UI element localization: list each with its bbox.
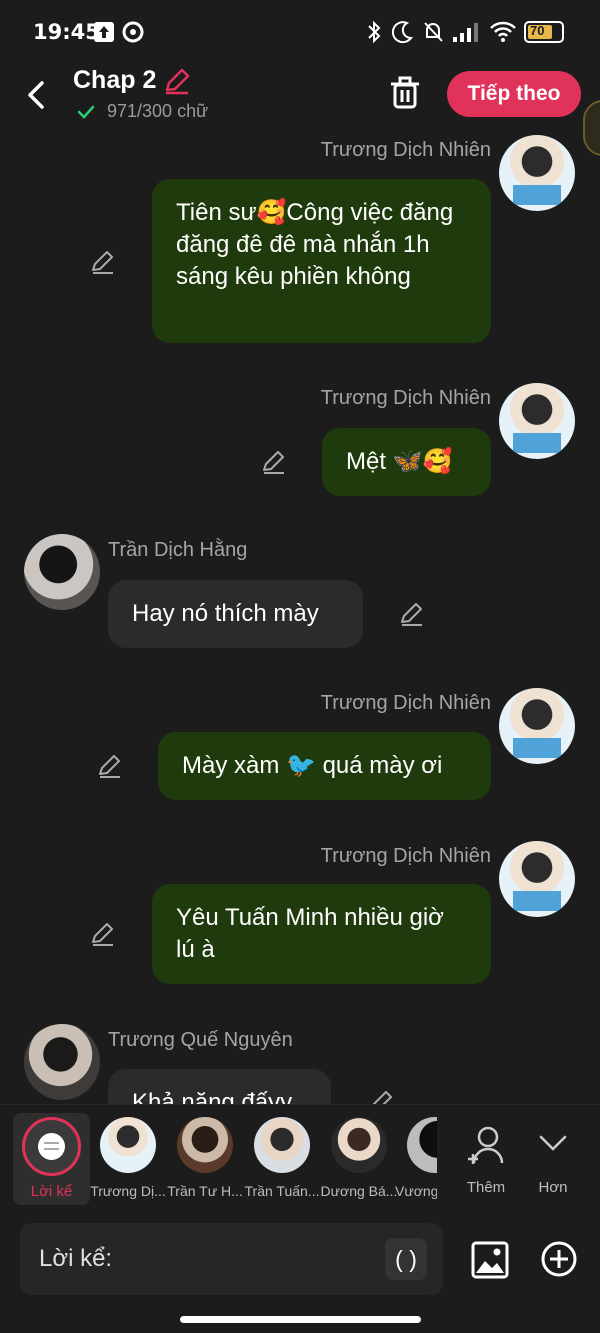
message-sender: Trương Dịch Nhiên xyxy=(320,387,491,409)
avatar[interactable] xyxy=(499,383,575,459)
battery-icon: 70 xyxy=(524,21,564,43)
composer: Lời kể: ( ) xyxy=(0,1212,600,1333)
add-character-button[interactable]: Thêm xyxy=(456,1113,516,1207)
message-sender: Trần Dịch Hằng xyxy=(108,539,248,561)
message-bubble[interactable]: Mệt 🦋🥰 xyxy=(322,428,491,496)
message-bubble[interactable]: Mày xàm 🐦 quá mày ơi xyxy=(158,732,491,800)
message-sender: Trương Dịch Nhiên xyxy=(320,139,491,161)
character-name: Dương Bá... xyxy=(320,1183,398,1199)
upload-notification-icon xyxy=(94,22,114,42)
avatar[interactable] xyxy=(499,688,575,764)
chevron-down-icon xyxy=(539,1135,567,1151)
character-option[interactable]: Dương Bá... xyxy=(319,1113,399,1207)
character-selector: Lời kể Trương Dị... Trần Tư H... Trần Tu… xyxy=(0,1104,600,1212)
parentheses-button[interactable]: ( ) xyxy=(385,1238,427,1280)
avatar[interactable] xyxy=(24,534,100,610)
expand-label: Hơn xyxy=(538,1179,568,1196)
image-icon[interactable] xyxy=(470,1240,510,1280)
message-sender: Trương Dịch Nhiên xyxy=(320,692,491,714)
check-icon xyxy=(77,105,95,119)
character-option[interactable]: Trần Tư H... xyxy=(165,1113,245,1207)
message-bubble[interactable]: Khả năng đấyy xyxy=(108,1069,331,1104)
signal-icon xyxy=(453,23,478,42)
narration-input-label: Lời kể: xyxy=(39,1245,113,1272)
avatar[interactable] xyxy=(499,841,575,917)
narrator-icon xyxy=(22,1117,81,1176)
chapter-header: Chap 2 971/300 chữ Tiếp theo xyxy=(0,62,600,132)
edit-message-icon[interactable] xyxy=(260,448,288,476)
avatar[interactable] xyxy=(499,135,575,211)
edit-message-icon[interactable] xyxy=(96,752,124,780)
narrator-label: Lời kể xyxy=(30,1183,73,1200)
add-icon[interactable] xyxy=(540,1240,578,1278)
chat-area[interactable]: Trương Dịch Nhiên Tiên sư🥰Công việc đăng… xyxy=(0,132,600,1104)
avatar xyxy=(177,1117,233,1173)
character-option[interactable]: Trần Tuấn... xyxy=(242,1113,322,1207)
character-option[interactable]: Trương Dị... xyxy=(88,1113,168,1207)
avatar xyxy=(100,1117,156,1173)
home-indicator[interactable] xyxy=(180,1316,421,1323)
status-time: 19:45 xyxy=(33,20,100,44)
edit-message-icon[interactable] xyxy=(89,920,117,948)
back-arrow-icon[interactable] xyxy=(18,74,58,114)
avatar xyxy=(254,1117,310,1173)
edit-message-icon[interactable] xyxy=(89,248,117,276)
add-character-label: Thêm xyxy=(466,1179,506,1196)
next-button[interactable]: Tiếp theo xyxy=(447,71,581,117)
battery-level: 70 xyxy=(530,23,545,38)
edit-title-icon[interactable] xyxy=(162,66,192,96)
bluetooth-icon xyxy=(368,20,381,44)
mute-bell-icon xyxy=(424,22,443,42)
wifi-icon xyxy=(490,21,516,42)
chapter-title[interactable]: Chap 2 xyxy=(73,66,156,95)
character-option[interactable]: Vương xyxy=(395,1113,437,1207)
message-sender: Trương Quế Nguyên xyxy=(108,1029,293,1051)
message-bubble[interactable]: Hay nó thích mày xyxy=(108,580,363,648)
message-sender: Trương Dịch Nhiên xyxy=(320,845,491,867)
aperture-icon xyxy=(122,21,144,43)
word-count: 971/300 chữ xyxy=(107,101,209,121)
moon-icon xyxy=(392,21,413,44)
character-name: Vương xyxy=(395,1183,437,1199)
avatar xyxy=(407,1117,437,1173)
edit-message-icon[interactable] xyxy=(368,1088,396,1104)
add-user-icon xyxy=(468,1126,504,1164)
narration-input[interactable]: Lời kể: ( ) xyxy=(20,1223,443,1295)
trash-icon[interactable] xyxy=(386,74,424,112)
message-bubble[interactable]: Yêu Tuấn Minh nhiều giờ lú à xyxy=(152,884,491,984)
edit-message-icon[interactable] xyxy=(398,600,426,628)
expand-button[interactable]: Hơn xyxy=(523,1113,583,1207)
message-bubble[interactable]: Tiên sư🥰Công việc đăng đăng đê đê mà nhắ… xyxy=(152,179,491,343)
status-bar: 19:45 70 xyxy=(0,0,600,62)
avatar[interactable] xyxy=(24,1024,100,1100)
avatar xyxy=(331,1117,387,1173)
narrator-option[interactable]: Lời kể xyxy=(13,1113,90,1205)
